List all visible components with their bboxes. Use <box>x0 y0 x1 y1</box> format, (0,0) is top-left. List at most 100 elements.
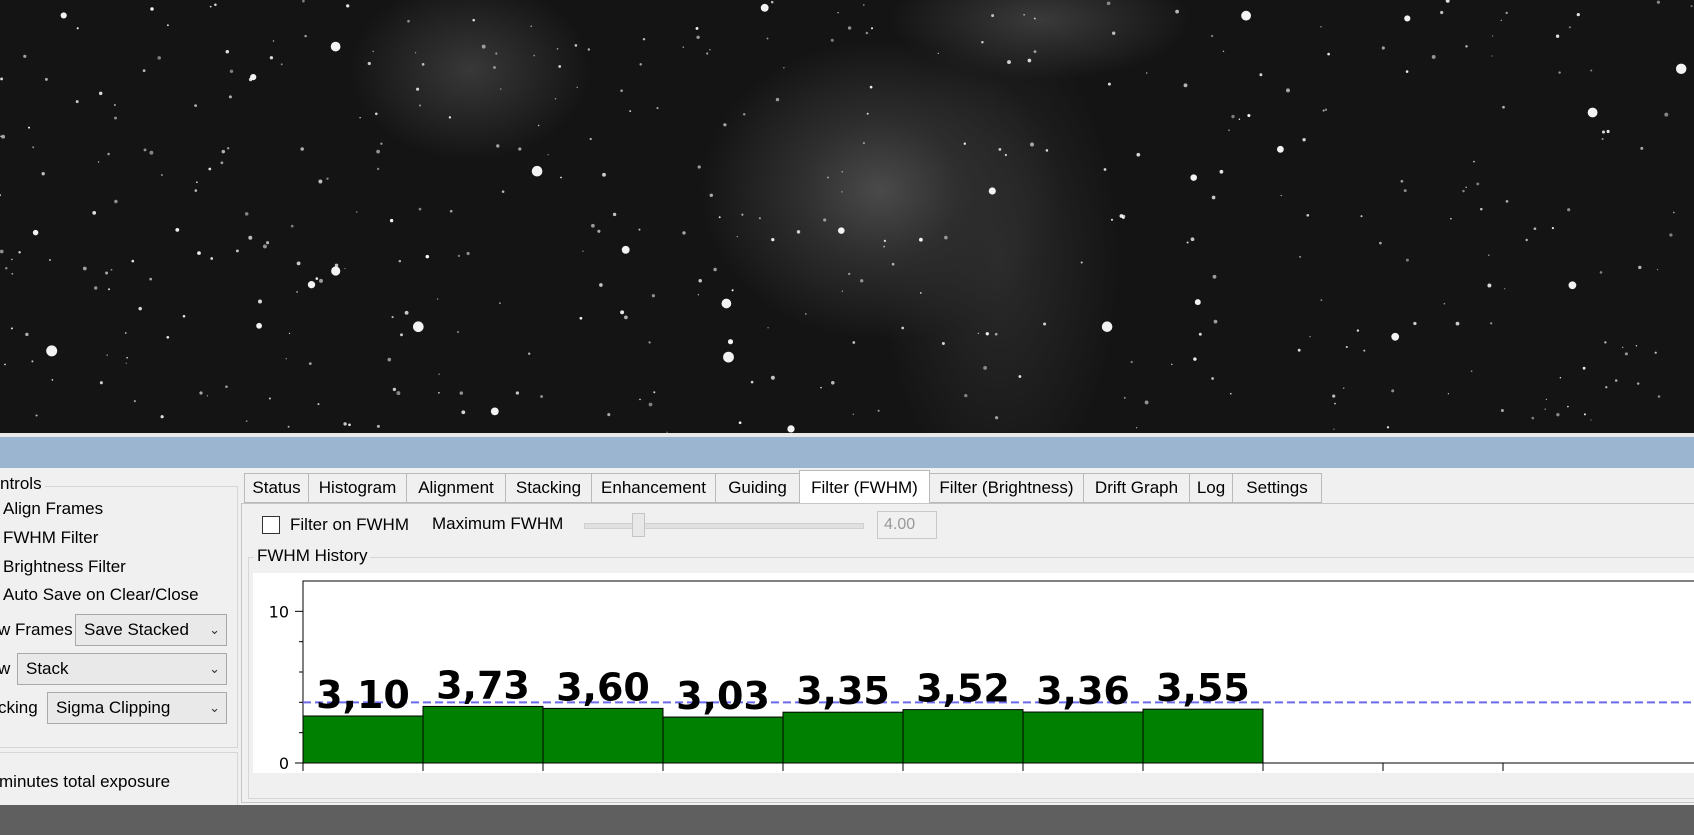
view-select[interactable]: Stack ⌄ <box>17 653 227 685</box>
maximum-fwhm-slider-thumb[interactable] <box>632 513 645 537</box>
tab-filter-fwhm[interactable]: Filter (FWHM) <box>799 470 930 503</box>
tab-histogram[interactable]: Histogram <box>308 473 407 503</box>
star <box>738 421 742 425</box>
star <box>296 290 299 293</box>
fwhm-data-label: 3,35 <box>796 669 890 713</box>
star <box>391 316 394 319</box>
star <box>1635 345 1638 347</box>
star <box>99 381 103 385</box>
star <box>387 357 392 362</box>
star <box>770 0 774 4</box>
chevron-down-icon: ⌄ <box>209 700 220 715</box>
star <box>398 259 402 263</box>
star <box>1101 321 1113 332</box>
star <box>296 261 301 266</box>
star <box>758 217 761 220</box>
star <box>883 245 886 248</box>
star <box>269 56 274 60</box>
tab-stacking[interactable]: Stacking <box>505 473 592 503</box>
star <box>1400 179 1404 183</box>
star <box>459 391 464 395</box>
auto-save-checkbox[interactable]: Auto Save on Clear/Close <box>3 585 199 605</box>
star <box>624 315 628 320</box>
star <box>1194 299 1201 306</box>
star <box>560 176 562 179</box>
star <box>682 231 686 235</box>
star <box>1211 195 1216 200</box>
star <box>138 306 142 311</box>
tab-alignment[interactable]: Alignment <box>406 473 506 503</box>
star <box>1175 9 1179 14</box>
fwhm-data-label: 3,55 <box>1156 666 1250 710</box>
star <box>1033 17 1036 20</box>
star <box>852 341 856 344</box>
star <box>919 237 923 242</box>
star <box>1525 238 1528 242</box>
star <box>414 52 417 54</box>
star <box>1567 208 1571 212</box>
star <box>304 34 307 38</box>
star <box>723 123 727 127</box>
y-tick-label: 0 <box>279 754 289 773</box>
star <box>1568 26 1571 29</box>
star <box>1405 70 1409 73</box>
star <box>963 142 966 145</box>
star <box>599 283 603 287</box>
star <box>1582 366 1586 370</box>
tab-status[interactable]: Status <box>244 473 309 503</box>
star <box>166 24 169 27</box>
fwhm-bar <box>662 716 784 764</box>
star <box>1145 72 1148 74</box>
star <box>131 259 135 263</box>
fwhm-data-label: 3,52 <box>916 667 1010 711</box>
star <box>210 257 214 260</box>
star <box>114 199 118 204</box>
star <box>653 391 656 394</box>
star <box>642 37 646 41</box>
star <box>1654 351 1657 354</box>
star <box>175 227 180 232</box>
tab-enhancement[interactable]: Enhancement <box>591 473 716 503</box>
star <box>988 187 996 195</box>
star <box>540 395 544 398</box>
star <box>1505 200 1509 203</box>
star <box>106 354 108 356</box>
maximum-fwhm-slider-track[interactable] <box>584 523 864 529</box>
star <box>1669 233 1673 237</box>
star <box>1622 346 1624 349</box>
star <box>1222 50 1225 52</box>
raw-frames-select[interactable]: Save Stacked ⌄ <box>75 614 227 646</box>
star <box>713 267 717 272</box>
star <box>869 85 873 89</box>
brightness-filter-checkbox[interactable]: Brightness Filter <box>3 557 126 577</box>
tab-guiding[interactable]: Guiding <box>715 473 800 503</box>
fwhm-filter-checkbox[interactable]: FWHM Filter <box>3 528 98 548</box>
star <box>272 40 275 42</box>
star <box>31 360 34 363</box>
star <box>787 425 795 433</box>
tab-log[interactable]: Log <box>1189 473 1233 503</box>
chevron-down-icon: ⌄ <box>209 622 220 637</box>
star <box>1259 73 1263 77</box>
star <box>225 385 228 389</box>
star <box>1490 322 1493 325</box>
star <box>317 403 320 406</box>
stacking-method-select[interactable]: Sigma Clipping ⌄ <box>47 692 227 724</box>
filter-on-fwhm-checkbox[interactable] <box>262 516 280 534</box>
star <box>602 172 606 177</box>
star <box>499 302 501 304</box>
maximum-fwhm-value[interactable]: 4.00 <box>877 511 937 539</box>
star <box>820 386 822 389</box>
star <box>194 104 197 107</box>
star <box>214 3 217 6</box>
tab-filter-brightness[interactable]: Filter (Brightness) <box>929 473 1084 503</box>
star <box>110 268 113 271</box>
star <box>941 342 945 345</box>
tab-settings[interactable]: Settings <box>1232 473 1322 503</box>
star <box>1023 13 1025 16</box>
tab-drift-graph[interactable]: Drift Graph <box>1083 473 1190 503</box>
star <box>319 278 323 283</box>
align-frames-checkbox[interactable]: Align Frames <box>3 499 103 519</box>
star <box>727 339 734 345</box>
star <box>114 116 117 120</box>
